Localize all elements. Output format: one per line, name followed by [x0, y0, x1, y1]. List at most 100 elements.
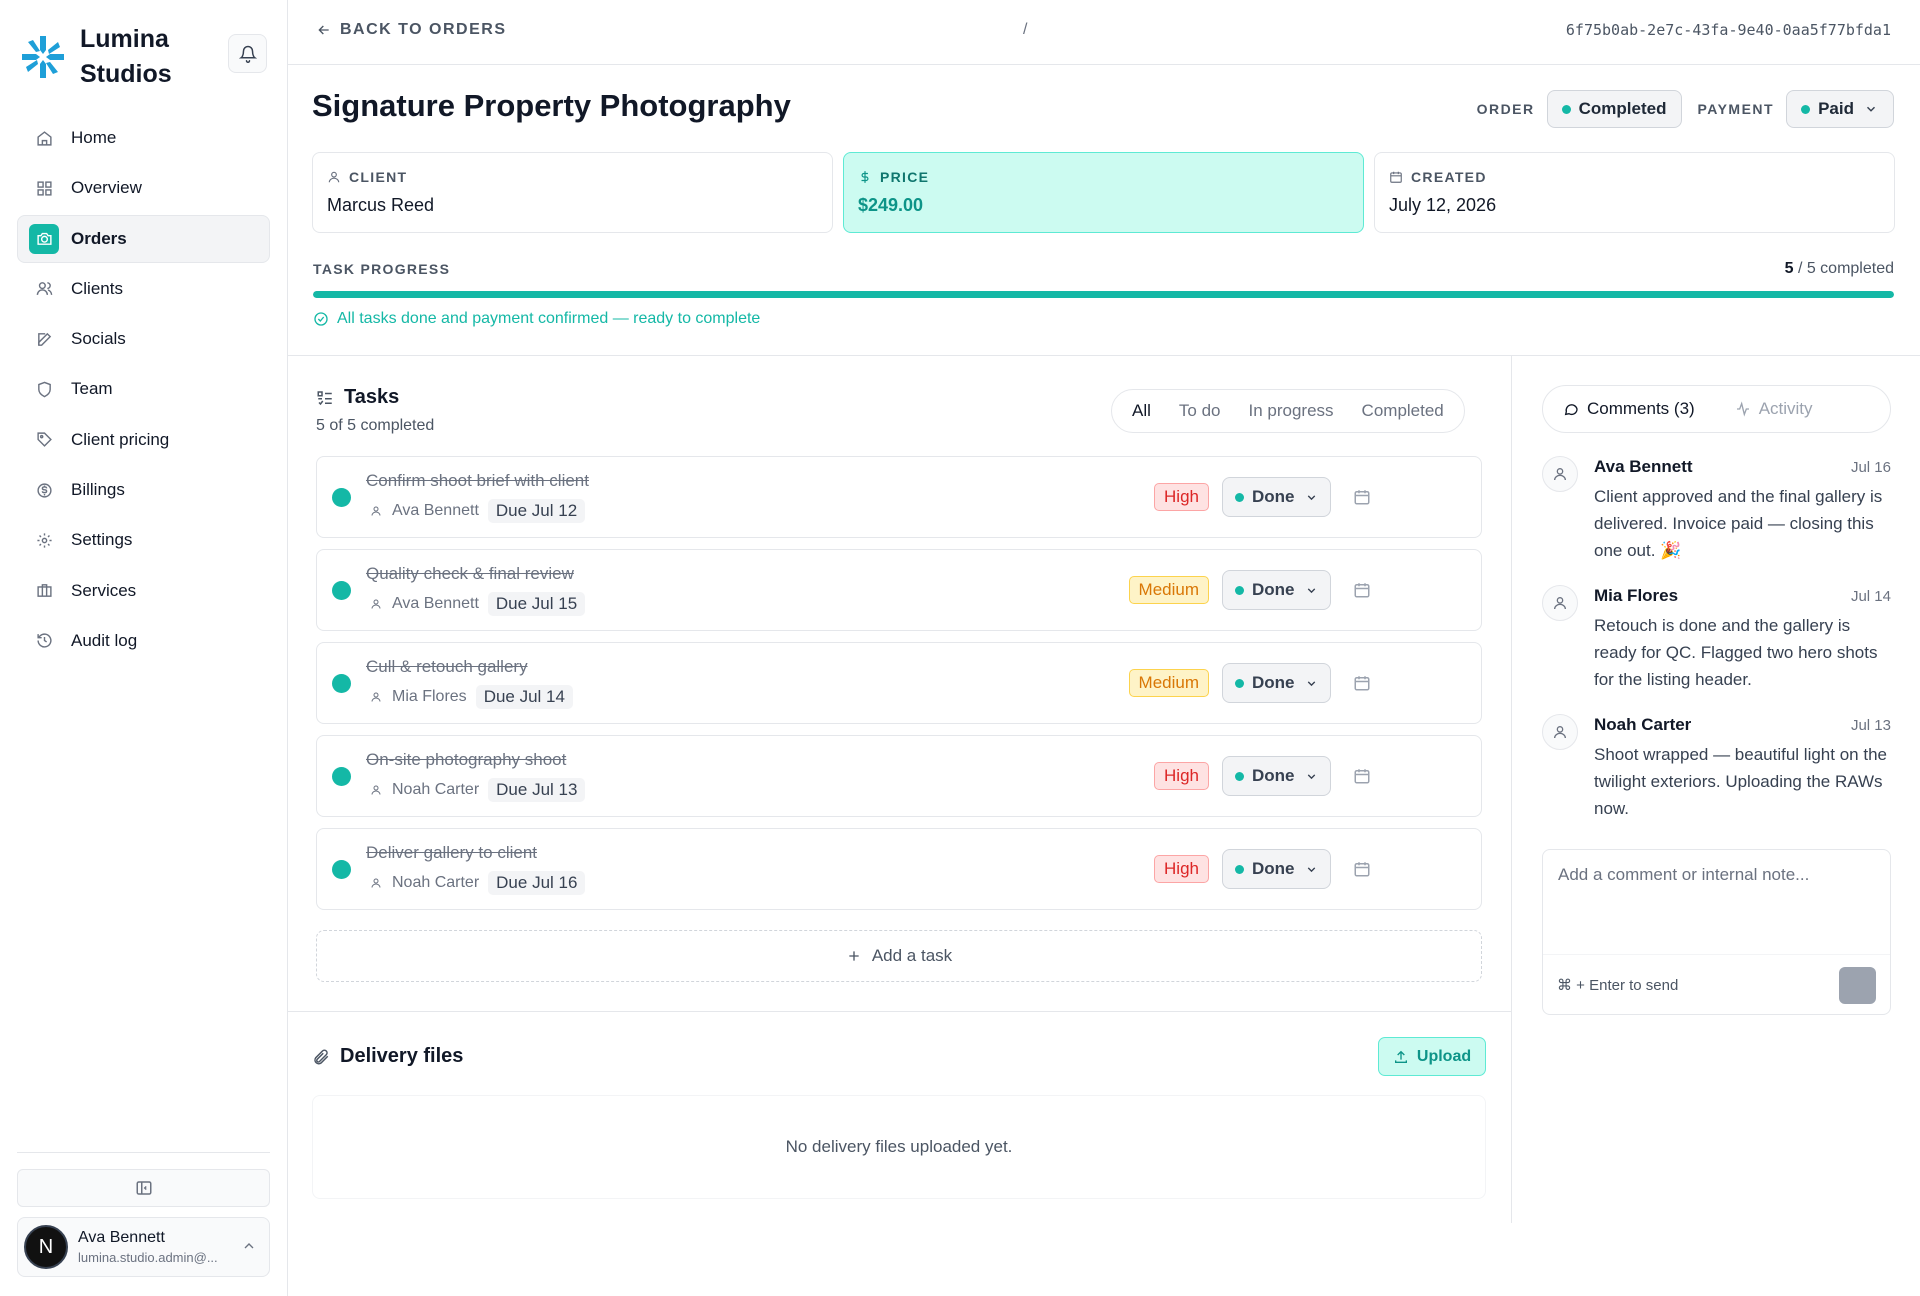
task-row[interactable]: On-site photography shoot Noah Carter Du… — [316, 735, 1482, 817]
order-status-value: Completed — [1578, 99, 1667, 118]
dollar-icon — [861, 171, 869, 183]
sidebar-nav: Home Overview Orders Clients Socials Tea… — [17, 114, 270, 667]
sidebar-item-clients[interactable]: Clients — [17, 265, 270, 313]
task-progress-count: 5 / 5 completed — [1785, 260, 1894, 278]
created-card: CREATED July 12, 2026 — [1374, 152, 1895, 233]
delivery-files-title: Delivery files — [340, 1045, 464, 1067]
sidebar-item-team[interactable]: Team — [17, 365, 270, 413]
task-due-date: Due Jul 12 — [487, 499, 586, 523]
comment-date: Jul 14 — [1850, 587, 1891, 605]
task-assignee: Ava Bennett — [392, 502, 479, 519]
task-complete-toggle[interactable] — [332, 674, 351, 693]
task-row[interactable]: Cull & retouch gallery Mia Flores Due Ju… — [316, 642, 1482, 724]
sidebar-item-audit-log[interactable]: Audit log — [17, 617, 270, 665]
calendar-icon[interactable] — [1353, 581, 1371, 599]
task-status-dropdown[interactable]: Done — [1222, 570, 1331, 610]
task-complete-toggle[interactable] — [332, 860, 351, 879]
sidebar-item-label: Services — [71, 580, 137, 600]
task-title[interactable]: Cull & retouch gallery — [366, 657, 528, 677]
filter-tab-in-progress[interactable]: In progress — [1235, 401, 1348, 421]
main-content: BACK TO ORDERS / 6f75b0ab-2e7c-43fa-9e40… — [288, 0, 1920, 1296]
tab-activity[interactable]: Activity — [1715, 399, 1833, 419]
calendar-icon[interactable] — [1353, 767, 1371, 785]
chevron-down-icon — [1307, 680, 1315, 686]
task-complete-toggle[interactable] — [332, 488, 351, 507]
task-progress-bar — [313, 291, 1894, 298]
avatar — [1542, 714, 1578, 750]
delivery-files-panel: Delivery files Upload No delivery files … — [288, 1011, 1512, 1223]
payment-status-dropdown[interactable]: Paid — [1786, 90, 1894, 128]
calendar-icon[interactable] — [1353, 488, 1371, 506]
sidebar-item-orders[interactable]: Orders — [17, 214, 270, 263]
comment-text: Retouch is done and the gallery is ready… — [1594, 616, 1878, 689]
back-label: BACK TO ORDERS — [340, 21, 507, 38]
sidebar-item-label: Billings — [71, 480, 125, 500]
tab-comments[interactable]: Comments (3) — [1543, 399, 1715, 419]
comment-input[interactable] — [1544, 851, 1889, 951]
user-menu[interactable]: N Ava Bennett lumina.studio.admin@... — [17, 1217, 270, 1277]
brand-logo-icon — [22, 36, 64, 78]
calendar-icon[interactable] — [1353, 860, 1371, 878]
dollar-circle-icon — [29, 475, 59, 505]
sidebar-item-home[interactable]: Home — [17, 114, 270, 162]
order-status-badge[interactable]: Completed — [1546, 90, 1683, 128]
status-dot — [1235, 585, 1244, 595]
notifications-button[interactable] — [228, 34, 267, 73]
grid-icon — [29, 173, 59, 203]
task-status-dropdown[interactable]: Done — [1222, 849, 1331, 889]
price-label: PRICE — [880, 169, 930, 185]
task-due-date: Due Jul 16 — [488, 871, 586, 895]
sidebar-item-settings[interactable]: Settings — [17, 516, 270, 564]
comment: Mia Flores Jul 14 Retouch is done and th… — [1542, 585, 1891, 693]
status-dot — [1235, 771, 1244, 781]
sidebar-item-socials[interactable]: Socials — [17, 315, 270, 363]
filter-tab-all[interactable]: All — [1118, 401, 1165, 421]
topbar: BACK TO ORDERS / 6f75b0ab-2e7c-43fa-9e40… — [288, 0, 1920, 65]
task-status-dropdown[interactable]: Done — [1222, 663, 1331, 703]
chevron-down-icon — [1307, 866, 1315, 872]
task-status-value: Done — [1252, 487, 1295, 506]
tab-comments-label: Comments (3) — [1587, 399, 1695, 418]
order-id: 6f75b0ab-2e7c-43fa-9e40-0aa5f77bfda1 — [1565, 21, 1891, 39]
task-list: Confirm shoot brief with client Ava Benn… — [316, 456, 1482, 921]
user-icon — [371, 692, 381, 702]
task-title[interactable]: Deliver gallery to client — [366, 843, 537, 863]
task-due-date: Due Jul 13 — [488, 778, 586, 802]
task-row[interactable]: Deliver gallery to client Noah Carter Du… — [316, 828, 1482, 910]
sidebar-collapse-icon — [136, 1181, 151, 1195]
add-task-button[interactable]: Add a task — [316, 930, 1482, 982]
order-status-label: ORDER — [1476, 101, 1535, 117]
add-task-label: Add a task — [871, 946, 953, 965]
shield-icon — [29, 374, 59, 404]
task-title[interactable]: Quality check & final review — [366, 564, 574, 584]
upload-button[interactable]: Upload — [1378, 1037, 1486, 1076]
task-title[interactable]: Confirm shoot brief with client — [366, 471, 589, 491]
task-status-dropdown[interactable]: Done — [1222, 477, 1331, 517]
sidebar-item-services[interactable]: Services — [17, 567, 270, 615]
task-row[interactable]: Confirm shoot brief with client Ava Benn… — [316, 456, 1482, 538]
sidebar-item-client-pricing[interactable]: Client pricing — [17, 416, 270, 464]
chevron-down-icon — [1866, 106, 1876, 112]
task-row[interactable]: Quality check & final review Ava Bennett… — [316, 549, 1482, 631]
task-complete-toggle[interactable] — [332, 581, 351, 600]
filter-tab-completed[interactable]: Completed — [1348, 401, 1458, 421]
task-assignee: Mia Flores — [392, 688, 467, 705]
brand[interactable]: Lumina Studios — [20, 22, 200, 92]
chevron-down-icon — [1307, 494, 1315, 500]
back-to-orders-link[interactable]: BACK TO ORDERS — [316, 21, 507, 39]
sidebar-item-overview[interactable]: Overview — [17, 164, 270, 212]
task-status-value: Done — [1252, 673, 1295, 692]
send-button[interactable] — [1839, 967, 1876, 1004]
task-complete-toggle[interactable] — [332, 767, 351, 786]
calendar-icon[interactable] — [1353, 674, 1371, 692]
priority-badge: Medium — [1128, 669, 1209, 697]
sidebar-item-billings[interactable]: Billings — [17, 466, 270, 514]
task-status-dropdown[interactable]: Done — [1222, 756, 1331, 796]
history-icon — [29, 626, 59, 656]
collapse-sidebar-button[interactable] — [17, 1169, 270, 1207]
comment-tabs: Comments (3) Activity — [1542, 385, 1891, 433]
filter-tab-to-do[interactable]: To do — [1165, 401, 1235, 421]
task-assignee: Ava Bennett — [392, 595, 479, 612]
task-title[interactable]: On-site photography shoot — [366, 750, 566, 770]
bell-icon — [238, 45, 257, 63]
